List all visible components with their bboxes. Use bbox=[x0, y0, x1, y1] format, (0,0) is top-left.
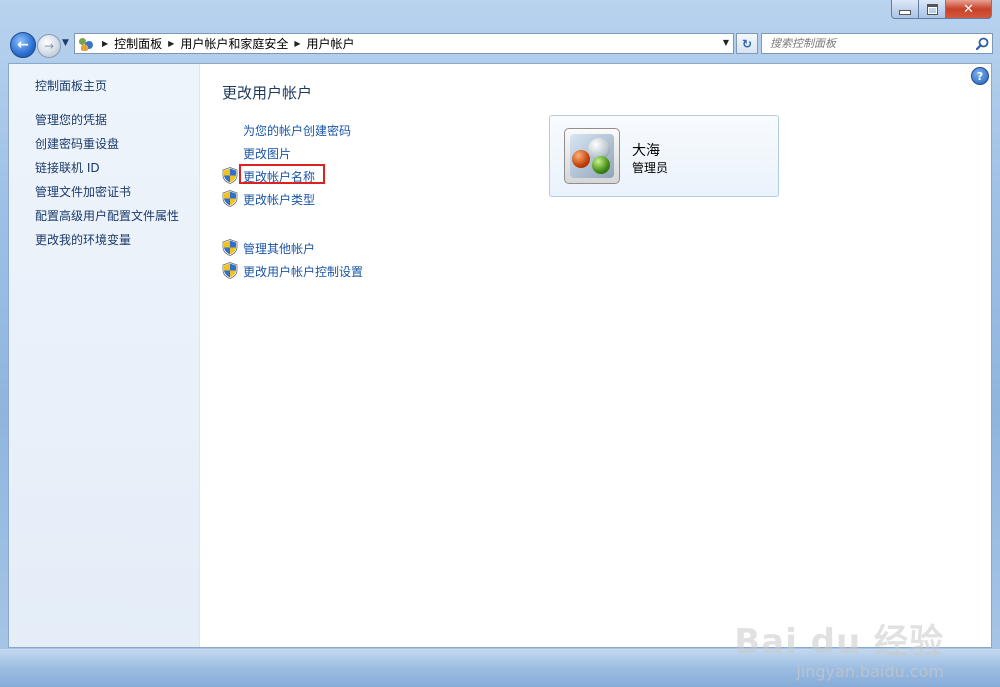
task-uac-settings[interactable]: 更改用户帐户控制设置 bbox=[243, 263, 363, 280]
uac-shield-icon bbox=[222, 190, 238, 207]
user-role: 管理员 bbox=[632, 161, 669, 175]
user-name: 大海 bbox=[632, 143, 660, 159]
search-icon[interactable] bbox=[972, 37, 992, 50]
back-button[interactable]: ← bbox=[10, 32, 36, 58]
sidebar-item-password-reset-disk[interactable]: 创建密码重设盘 bbox=[35, 135, 119, 152]
task-manage-other-accounts[interactable]: 管理其他帐户 bbox=[243, 240, 315, 257]
search-input[interactable] bbox=[762, 36, 972, 51]
highlight-box bbox=[239, 164, 325, 184]
refresh-button[interactable]: ↻ bbox=[736, 33, 758, 54]
caption-buttons: ✕ bbox=[891, 0, 992, 20]
sidebar: 控制面板主页 管理您的凭据 创建密码重设盘 链接联机 ID 管理文件加密证书 配… bbox=[9, 64, 200, 647]
avatar bbox=[564, 128, 620, 184]
task-create-password[interactable]: 为您的帐户创建密码 bbox=[243, 122, 351, 139]
help-icon[interactable]: ? bbox=[971, 67, 989, 85]
page-title: 更改用户帐户 bbox=[222, 84, 313, 102]
search-box bbox=[761, 33, 993, 54]
recent-pages-dropdown[interactable]: ▼ bbox=[62, 38, 69, 48]
user-account-card: 大海 管理员 bbox=[549, 115, 779, 197]
sidebar-item-advanced-profile-properties[interactable]: 配置高级用户配置文件属性 bbox=[35, 207, 179, 224]
task-change-picture[interactable]: 更改图片 bbox=[243, 145, 291, 162]
breadcrumb-separator-icon[interactable]: ▶ bbox=[168, 39, 174, 48]
window-frame: ✕ ← → ▼ ▶ 控制面板 ▶ 用户帐户和家庭安全 ▶ 用户帐户 ▼ ↻ 控制… bbox=[0, 0, 1000, 687]
task-change-account-type[interactable]: 更改帐户类型 bbox=[243, 191, 315, 208]
address-dropdown-icon[interactable]: ▼ bbox=[723, 38, 729, 47]
minimize-icon bbox=[899, 9, 911, 15]
sidebar-item-manage-credentials[interactable]: 管理您的凭据 bbox=[35, 111, 107, 128]
maximize-icon bbox=[926, 3, 938, 15]
sidebar-item-environment-variables[interactable]: 更改我的环境变量 bbox=[35, 231, 131, 248]
uac-shield-icon bbox=[222, 167, 238, 184]
close-button[interactable]: ✕ bbox=[945, 0, 992, 19]
breadcrumb-user-accounts[interactable]: 用户帐户 bbox=[307, 35, 355, 52]
main-panel: 更改用户帐户 为您的帐户创建密码 更改图片 更改帐户名称 更改帐户类型 管理其他… bbox=[201, 64, 991, 647]
sidebar-item-link-online-id[interactable]: 链接联机 ID bbox=[35, 159, 100, 176]
address-bar[interactable]: ▶ 控制面板 ▶ 用户帐户和家庭安全 ▶ 用户帐户 ▼ bbox=[74, 33, 734, 54]
uac-shield-icon bbox=[222, 239, 238, 256]
refresh-icon: ↻ bbox=[741, 36, 753, 51]
breadcrumb-separator-icon[interactable]: ▶ bbox=[102, 39, 108, 48]
baidu-watermark-url: jingyan.baidu.com bbox=[796, 662, 944, 681]
breadcrumb-separator-icon[interactable]: ▶ bbox=[294, 39, 300, 48]
uac-shield-icon bbox=[222, 262, 238, 279]
navigation-bar: ← → ▼ ▶ 控制面板 ▶ 用户帐户和家庭安全 ▶ 用户帐户 ▼ ↻ bbox=[8, 30, 993, 58]
user-accounts-icon bbox=[78, 36, 96, 52]
baidu-watermark: Bai du 经验 bbox=[734, 622, 944, 662]
arrow-right-icon: → bbox=[43, 39, 55, 53]
content-area: 控制面板主页 管理您的凭据 创建密码重设盘 链接联机 ID 管理文件加密证书 配… bbox=[8, 63, 992, 648]
chevron-down-icon: ▼ bbox=[62, 38, 69, 48]
maximize-button[interactable] bbox=[918, 0, 945, 19]
close-icon: ✕ bbox=[963, 1, 974, 17]
arrow-left-icon: ← bbox=[17, 37, 29, 53]
forward-button[interactable]: → bbox=[37, 34, 61, 58]
breadcrumb-user-accounts-family[interactable]: 用户帐户和家庭安全 bbox=[180, 35, 288, 52]
breadcrumb-control-panel[interactable]: 控制面板 bbox=[114, 35, 162, 52]
minimize-button[interactable] bbox=[891, 0, 918, 19]
sidebar-item-encryption-certificates[interactable]: 管理文件加密证书 bbox=[35, 183, 131, 200]
sidebar-item-control-panel-home[interactable]: 控制面板主页 bbox=[35, 77, 107, 94]
